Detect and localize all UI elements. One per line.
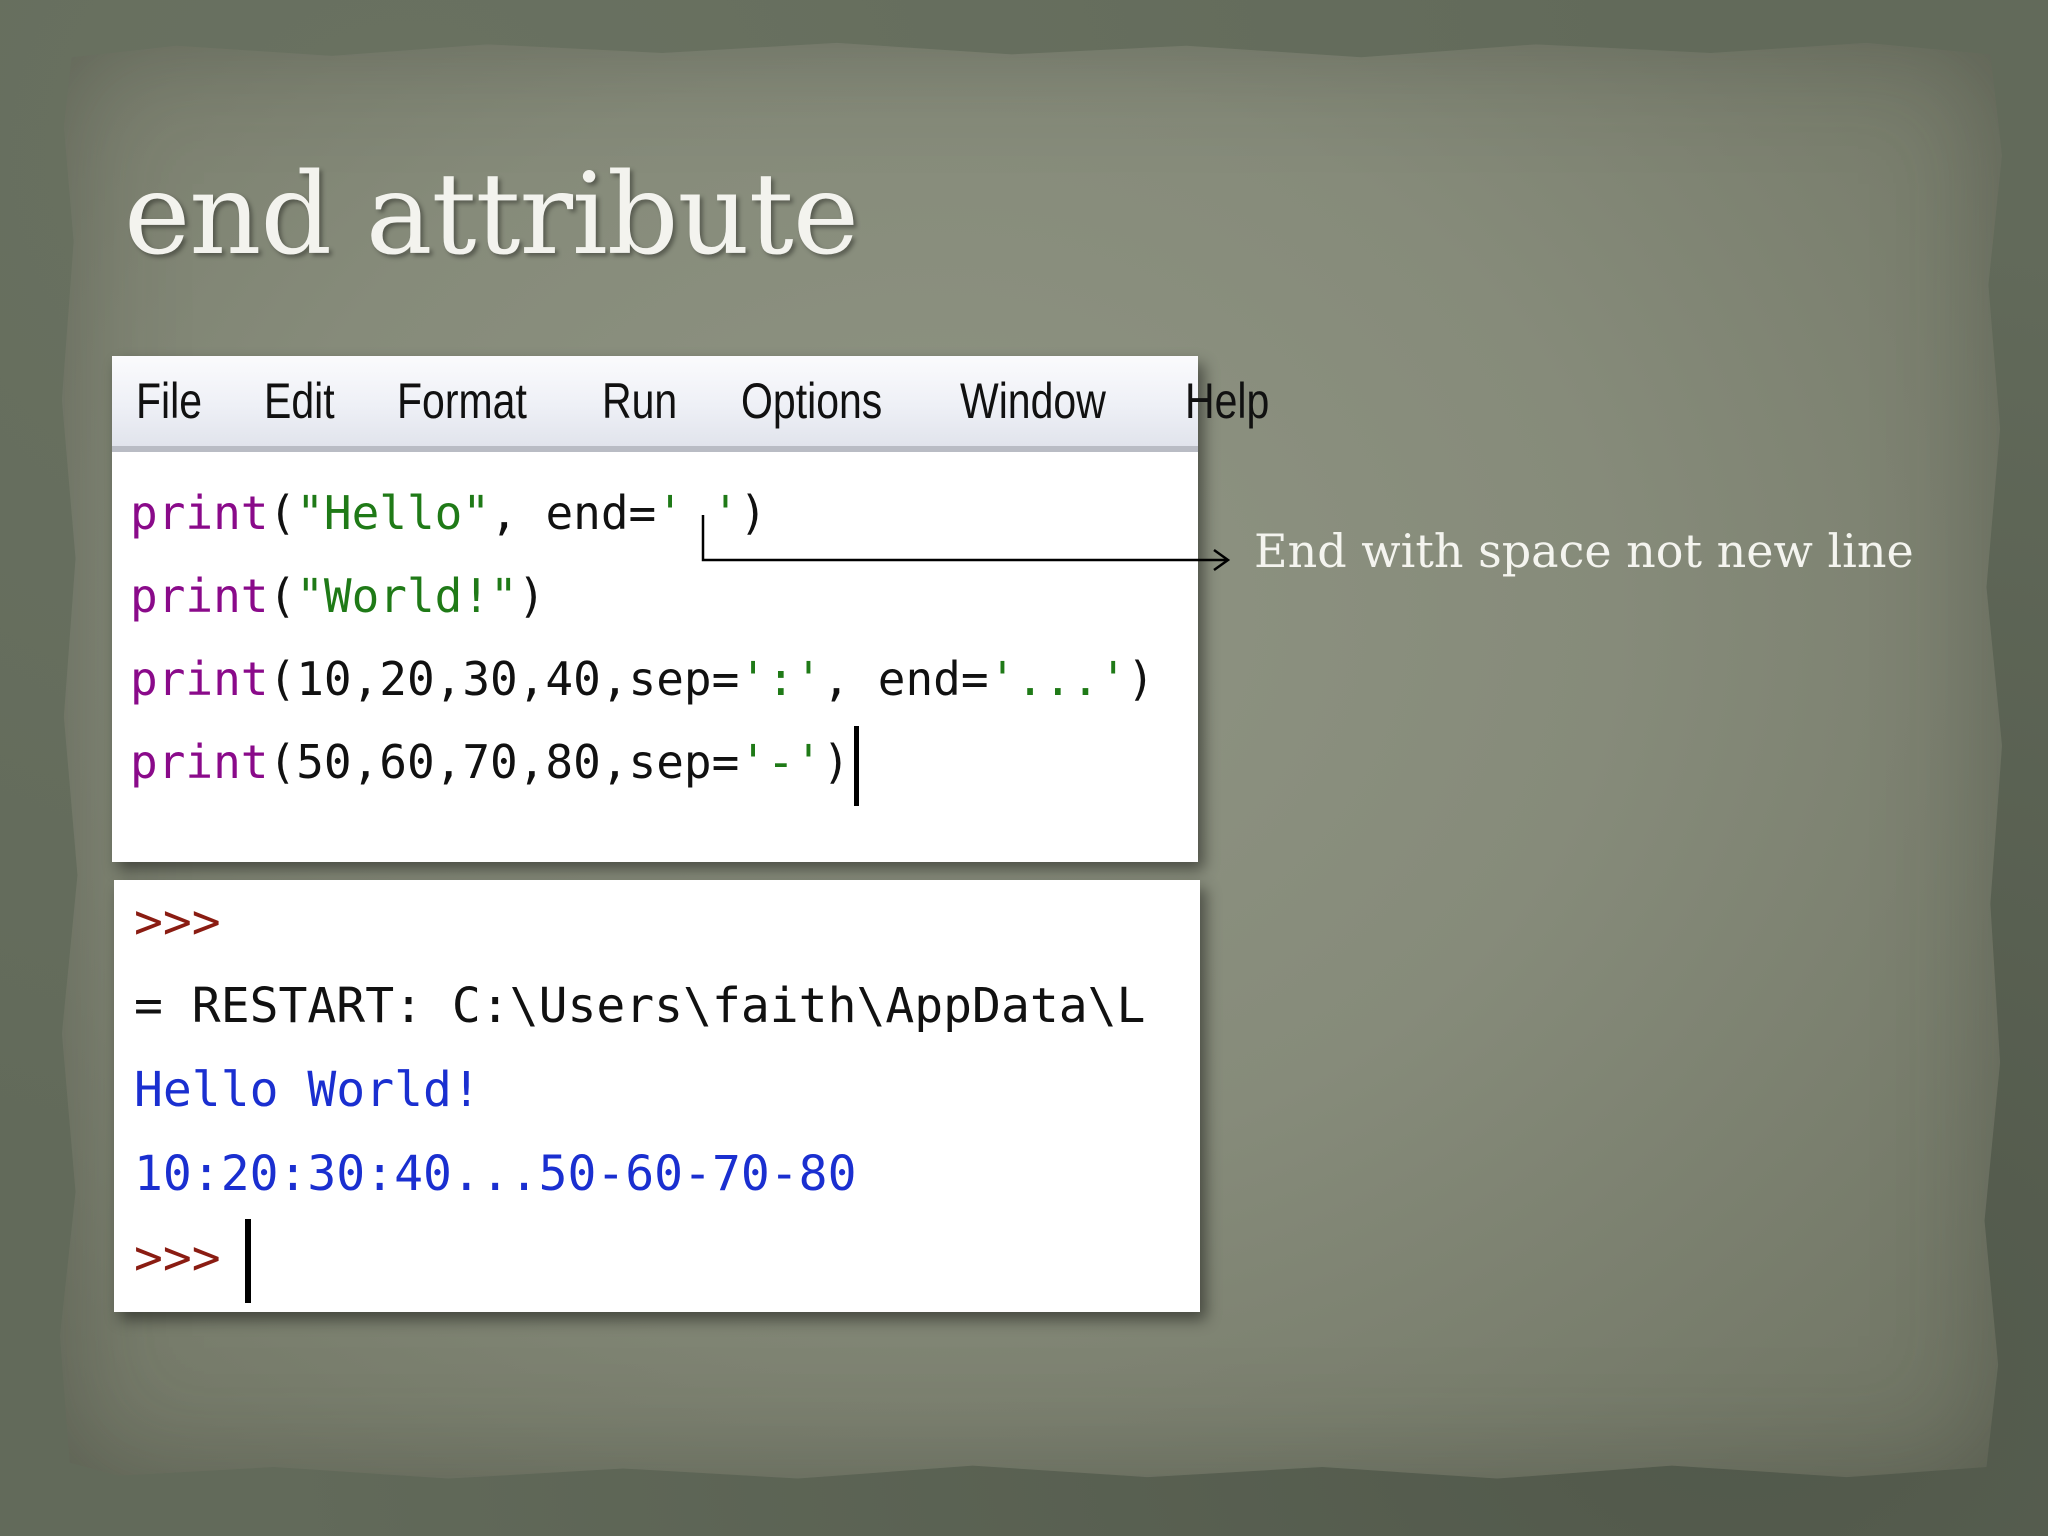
shell-prompt: >>> [134,894,221,950]
code-line-3: print(10,20,30,40,sep=':', end='...') [130,652,1155,706]
restart-line: = RESTART: C:\Users\faith\AppData\L [134,978,1146,1034]
menu-format[interactable]: Format [397,372,527,430]
menu-run[interactable]: Run [602,372,677,430]
menu-help[interactable]: Help [1185,372,1269,430]
code-area[interactable]: print("Hello", end=' ') print("World!") pr… [112,452,1198,806]
shell-output[interactable]: >>> = RESTART: C:\Users\faith\AppData\L He… [114,880,1200,1303]
idle-editor-window: File Edit Format Run Options Window Help… [112,356,1269,862]
python-shell-window: >>> = RESTART: C:\Users\faith\AppData\L He… [114,880,1200,1312]
shell-prompt-line: >>> [134,1216,1200,1303]
slide-title: end attribute [124,150,859,280]
code-line-4: print(50,60,70,80,sep='-') [130,721,1198,806]
shell-prompt-2: >>> [134,1230,221,1286]
annotation-text: End with space not new line [1254,524,1914,578]
shell-cursor [244,1219,251,1303]
text-cursor [854,725,860,806]
menu-file[interactable]: File [136,372,202,430]
menu-edit[interactable]: Edit [264,372,335,430]
output-line-2: 10:20:30:40...50-60-70-80 [134,1146,857,1202]
code-line-2: print("World!") [130,569,546,623]
menu-window[interactable]: Window [960,372,1106,430]
output-line-1: Hello World! [134,1062,481,1118]
code-line-1: print("Hello", end=' ') [130,486,768,540]
menu-options[interactable]: Options [741,372,882,430]
menu-bar: File Edit Format Run Options Window Help [112,356,1269,452]
